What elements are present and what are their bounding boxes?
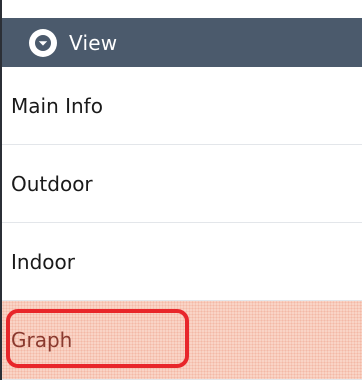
chevron-down-circle-icon bbox=[29, 28, 57, 57]
view-menu-title: View bbox=[69, 30, 118, 55]
view-menu: View Main Info Outdoor Indoor Graph bbox=[0, 0, 362, 380]
menu-item-graph[interactable]: Graph bbox=[2, 301, 362, 380]
menu-item-label: Main Info bbox=[11, 93, 103, 118]
menu-item-label: Indoor bbox=[11, 249, 75, 274]
view-menu-header[interactable]: View bbox=[2, 18, 362, 67]
menu-item-indoor[interactable]: Indoor bbox=[2, 223, 362, 301]
menu-item-label: Graph bbox=[11, 328, 73, 352]
menu-item-label: Outdoor bbox=[11, 171, 93, 196]
menu-item-outdoor[interactable]: Outdoor bbox=[2, 145, 362, 223]
menu-item-main-info[interactable]: Main Info bbox=[2, 67, 362, 145]
